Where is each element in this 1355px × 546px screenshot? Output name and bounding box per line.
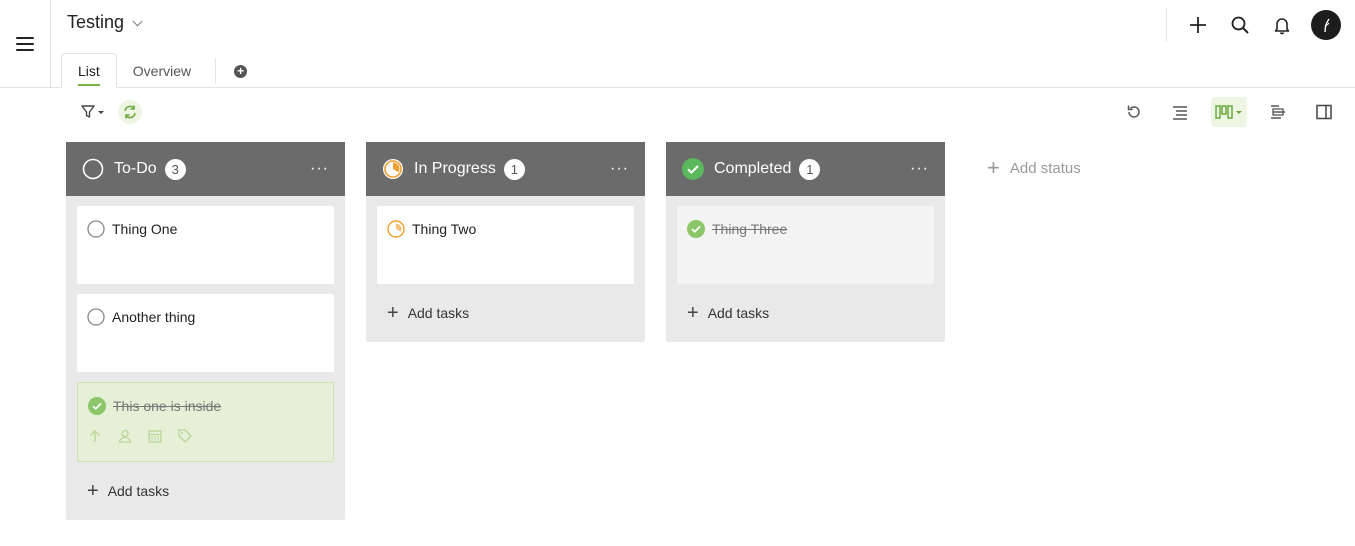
status-todo-icon <box>82 158 104 180</box>
chevron-down-icon <box>132 16 143 27</box>
search-icon[interactable] <box>1227 12 1253 38</box>
tab-label: List <box>78 62 100 79</box>
tag-icon[interactable] <box>177 428 193 444</box>
undo-icon[interactable] <box>1119 97 1149 127</box>
more-options-icon[interactable]: ··· <box>310 160 329 178</box>
add-status-button[interactable]: + Add status <box>987 157 1081 179</box>
column-in-progress: In Progress 1 ··· Thing Two + Add tasks <box>366 142 645 342</box>
add-tasks-label: Add tasks <box>107 483 170 499</box>
status-in-progress-icon <box>383 159 403 179</box>
status-done-icon <box>682 158 704 180</box>
priority-arrow-icon[interactable] <box>87 428 103 444</box>
plus-icon: + <box>87 480 99 502</box>
toolbar-right <box>1119 97 1339 127</box>
column-name: In Progress <box>414 160 496 177</box>
column-count: 1 <box>503 158 525 180</box>
task-card[interactable]: Thing One <box>77 206 334 284</box>
header-actions <box>1166 6 1341 44</box>
project-title-dropdown[interactable]: Testing <box>67 12 143 33</box>
column-header: Completed 1 ··· <box>666 142 945 196</box>
status-in-progress-icon[interactable] <box>387 220 405 238</box>
filter-icon[interactable] <box>78 97 108 127</box>
add-tasks-label: Add tasks <box>707 305 770 321</box>
tab-label: Overview <box>132 62 192 79</box>
tab-overview[interactable]: Overview <box>117 53 207 88</box>
column-count: 3 <box>164 158 186 180</box>
app-root: Testing List Overview + To-Do 3 ··· Thin… <box>0 0 1355 546</box>
more-options-icon[interactable]: ··· <box>610 160 629 178</box>
refresh-icon[interactable] <box>118 100 142 124</box>
board-view-icon[interactable] <box>1211 97 1247 127</box>
column-name: Completed <box>714 160 792 177</box>
left-rail <box>0 0 51 88</box>
column-header: In Progress 1 ··· <box>366 142 645 196</box>
gantt-view-icon[interactable] <box>1263 97 1293 127</box>
board-toolbar <box>66 95 1339 127</box>
task-title: Thing Two <box>412 221 477 237</box>
column-todo: To-Do 3 ··· Thing One Another thing This… <box>66 142 345 520</box>
tab-list[interactable]: List <box>61 53 117 88</box>
plus-icon[interactable] <box>1185 12 1211 38</box>
task-meta-actions <box>87 428 193 444</box>
add-status-label: Add status <box>1009 159 1081 177</box>
bell-icon[interactable] <box>1269 12 1295 38</box>
more-options-icon[interactable]: ··· <box>910 160 929 178</box>
column-completed: Completed 1 ··· Thing Three + Add tasks <box>666 142 945 342</box>
task-title: Thing One <box>112 221 178 237</box>
divider <box>1166 8 1167 42</box>
list-view-icon[interactable] <box>1165 97 1195 127</box>
add-view-icon[interactable]: + <box>234 65 248 78</box>
project-title: Testing <box>67 12 125 32</box>
column-name: To-Do <box>114 160 157 177</box>
add-tasks-button[interactable]: + Add tasks <box>66 462 345 520</box>
status-todo-icon[interactable] <box>87 220 105 238</box>
task-card[interactable]: Thing Three <box>677 206 934 284</box>
hamburger-icon[interactable] <box>16 36 34 51</box>
divider <box>215 58 217 84</box>
view-tabs: List Overview + <box>61 53 248 88</box>
task-card[interactable]: This one is inside <box>77 382 334 462</box>
toolbar-left <box>78 97 142 127</box>
avatar[interactable] <box>1311 10 1341 40</box>
task-card[interactable]: Another thing <box>77 294 334 372</box>
task-card[interactable]: Thing Two <box>377 206 634 284</box>
side-panel-icon[interactable] <box>1309 97 1339 127</box>
column-count: 1 <box>799 158 821 180</box>
add-tasks-button[interactable]: + Add tasks <box>666 284 945 342</box>
plus-icon: + <box>987 155 1000 180</box>
assignee-icon[interactable] <box>117 428 133 444</box>
plus-icon: + <box>687 302 699 324</box>
status-done-icon[interactable] <box>88 397 106 415</box>
status-todo-icon[interactable] <box>87 308 105 326</box>
add-tasks-label: Add tasks <box>407 305 470 321</box>
add-tasks-button[interactable]: + Add tasks <box>366 284 645 342</box>
calendar-icon[interactable] <box>147 428 163 444</box>
plus-icon: + <box>387 302 399 324</box>
status-done-icon[interactable] <box>687 220 705 238</box>
task-title: Thing Three <box>712 221 788 237</box>
column-header: To-Do 3 ··· <box>66 142 345 196</box>
task-title: Another thing <box>112 309 196 325</box>
header: Testing List Overview + <box>51 0 1355 88</box>
task-title: This one is inside <box>113 398 222 414</box>
